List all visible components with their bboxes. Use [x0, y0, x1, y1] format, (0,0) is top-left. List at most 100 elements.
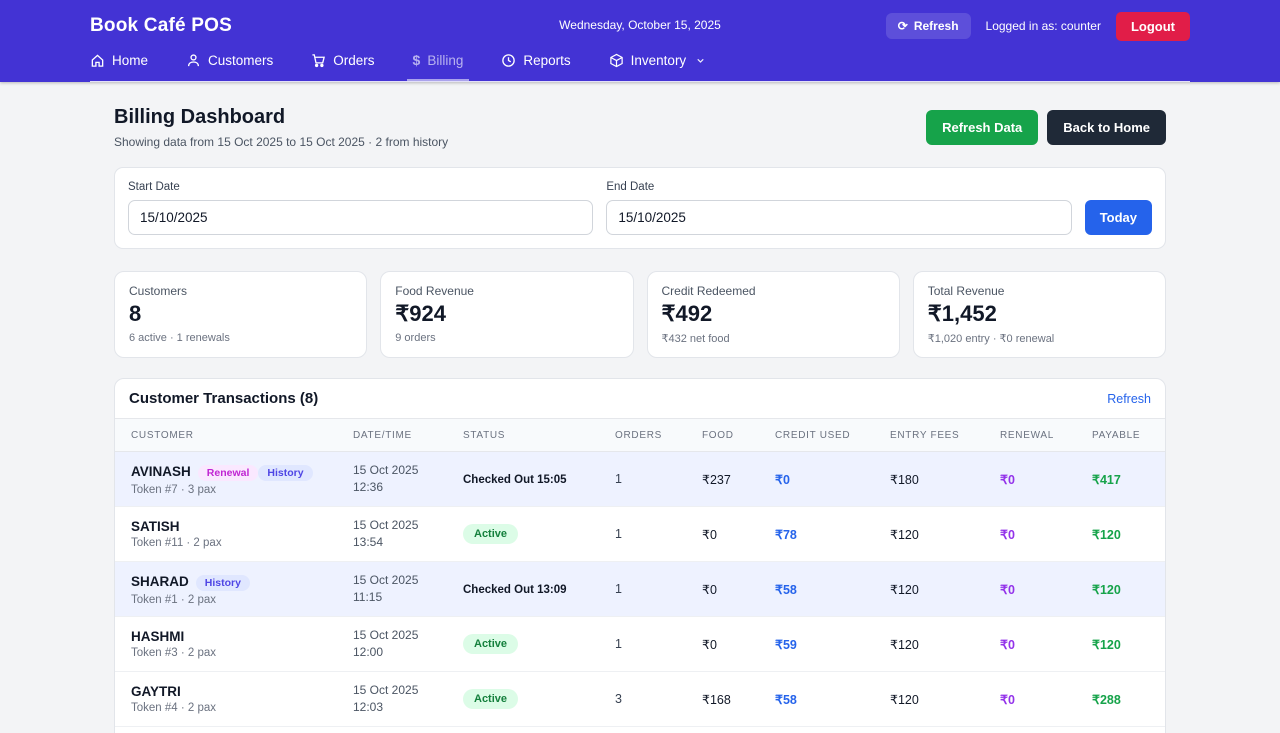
row-date: 15 Oct 2025	[353, 462, 463, 479]
stat-sub: ₹1,020 entry · ₹0 renewal	[928, 332, 1151, 345]
credit-used-cell: ₹58	[775, 582, 890, 597]
logged-in-text: Logged in as: counter	[986, 19, 1101, 33]
history-badge[interactable]: History	[258, 465, 312, 481]
orders-cell: 1	[615, 637, 702, 651]
col-entry-fees: Entry Fees	[890, 430, 1000, 441]
refresh-data-button[interactable]: Refresh Data	[926, 110, 1038, 145]
datetime-cell: 15 Oct 2025 13:54	[353, 517, 463, 552]
nav-item-inventory[interactable]: Inventory	[609, 52, 707, 81]
row-time: 12:00	[353, 644, 463, 661]
stat-label: Customers	[129, 284, 352, 298]
cart-icon	[311, 53, 326, 68]
credit-used-cell: ₹58	[775, 692, 890, 707]
customer-token: Token #7 · 3 pax	[131, 484, 353, 496]
clock-icon	[501, 53, 516, 68]
today-button[interactable]: Today	[1085, 200, 1152, 235]
package-icon	[609, 53, 624, 68]
entry-fees-cell: ₹180	[890, 472, 1000, 487]
page-subtitle: Showing data from 15 Oct 2025 to 15 Oct …	[114, 135, 448, 149]
col-renewal: Renewal	[1000, 430, 1092, 441]
customer-name: SHARAD	[131, 574, 189, 589]
history-badge[interactable]: History	[196, 575, 250, 591]
person-icon	[186, 53, 201, 68]
table-title: Customer Transactions (8)	[129, 390, 318, 407]
status-badge: Active	[463, 689, 518, 709]
datetime-cell: 15 Oct 2025 11:15	[353, 572, 463, 607]
nav-label: Customers	[208, 53, 273, 68]
col-datetime: Date/Time	[353, 430, 463, 441]
table-row[interactable]: SATISH Token #11 · 2 pax 15 Oct 2025 13:…	[115, 507, 1165, 562]
orders-cell: 1	[615, 472, 702, 486]
food-cell: ₹237	[702, 472, 775, 487]
nav-item-home[interactable]: Home	[90, 52, 148, 81]
credit-used-cell: ₹0	[775, 472, 890, 487]
customer-badges: History	[196, 573, 250, 591]
header-refresh-button[interactable]: ⟳ Refresh	[886, 13, 971, 39]
customer-token: Token #3 · 2 pax	[131, 647, 353, 659]
renewal-cell: ₹0	[1000, 527, 1092, 542]
customer-cell: GAYTRI Token #4 · 2 pax	[131, 684, 353, 714]
food-cell: ₹0	[702, 637, 775, 652]
entry-fees-cell: ₹120	[890, 527, 1000, 542]
nav-item-reports[interactable]: Reports	[501, 52, 570, 81]
nav-item-billing[interactable]: $ Billing	[413, 52, 464, 81]
nav-item-orders[interactable]: Orders	[311, 52, 374, 81]
stat-label: Credit Redeemed	[662, 284, 885, 298]
chevron-down-icon	[695, 55, 706, 66]
col-payable: Payable	[1092, 430, 1149, 441]
entry-fees-cell: ₹120	[890, 582, 1000, 597]
status-cell: Active	[463, 524, 615, 544]
logout-button[interactable]: Logout	[1116, 12, 1190, 41]
nav-item-customers[interactable]: Customers	[186, 52, 273, 81]
nav-label: Inventory	[631, 53, 687, 68]
end-date-input[interactable]	[606, 200, 1071, 235]
table-row[interactable]: GAYTRI Token #4 · 2 pax 15 Oct 2025 12:0…	[115, 672, 1165, 727]
nav-label: Billing	[427, 53, 463, 68]
customer-badges: RenewalHistory	[198, 463, 313, 481]
table-row[interactable]: HASHMI Token #3 · 2 pax 15 Oct 2025 12:0…	[115, 617, 1165, 672]
customer-cell: AVINASH RenewalHistory Token #7 · 3 pax	[131, 463, 353, 496]
stats-row: Customers 8 6 active · 1 renewals Food R…	[114, 271, 1166, 358]
refresh-icon: ⟳	[898, 19, 908, 33]
table-header-row: Customer Date/Time Status Orders Food Cr…	[115, 418, 1165, 452]
stat-sub: ₹432 net food	[662, 332, 885, 345]
app-header: Book Café POS Wednesday, October 15, 202…	[0, 0, 1280, 82]
start-date-input[interactable]	[128, 200, 593, 235]
row-date: 15 Oct 2025	[353, 572, 463, 589]
col-food: Food	[702, 430, 775, 441]
back-to-home-button[interactable]: Back to Home	[1047, 110, 1166, 145]
stat-value: ₹492	[662, 301, 885, 327]
stat-value: ₹1,452	[928, 301, 1151, 327]
table-refresh-link[interactable]: Refresh	[1107, 392, 1151, 406]
end-date-label: End Date	[606, 181, 1071, 193]
payable-cell: ₹120	[1092, 637, 1149, 652]
row-date: 15 Oct 2025	[353, 682, 463, 699]
row-date: 15 Oct 2025	[353, 627, 463, 644]
table-row[interactable]: AVINASH RenewalHistory Token #7 · 3 pax …	[115, 452, 1165, 507]
customer-token: Token #1 · 2 pax	[131, 594, 353, 606]
nav-label: Reports	[523, 53, 570, 68]
datetime-cell: 15 Oct 2025 12:00	[353, 627, 463, 662]
row-time: 11:15	[353, 589, 463, 606]
orders-cell: 1	[615, 582, 702, 596]
status-badge: Active	[463, 634, 518, 654]
customer-cell: SHARAD History Token #1 · 2 pax	[131, 573, 353, 606]
table-row[interactable]: OMKAR KADAM 15 Oct 2025 Active 1 ₹27 ₹18…	[115, 727, 1165, 733]
stat-sub: 9 orders	[395, 332, 618, 344]
stat-card-total-revenue: Total Revenue ₹1,452 ₹1,020 entry · ₹0 r…	[913, 271, 1166, 358]
table-row[interactable]: SHARAD History Token #1 · 2 pax 15 Oct 2…	[115, 562, 1165, 617]
renewal-cell: ₹0	[1000, 637, 1092, 652]
food-cell: ₹168	[702, 692, 775, 707]
dollar-icon: $	[413, 52, 421, 68]
main-content: Billing Dashboard Showing data from 15 O…	[114, 82, 1166, 733]
status-cell: Active	[463, 634, 615, 654]
col-credit-used: Credit Used	[775, 430, 890, 441]
payable-cell: ₹417	[1092, 472, 1149, 487]
main-nav: Home Customers Orders $ Billing Reports …	[90, 52, 1190, 82]
entry-fees-cell: ₹120	[890, 637, 1000, 652]
stat-card-food-revenue: Food Revenue ₹924 9 orders	[380, 271, 633, 358]
orders-cell: 1	[615, 527, 702, 541]
page-title: Billing Dashboard	[114, 106, 448, 129]
transactions-table-card: Customer Transactions (8) Refresh Custom…	[114, 378, 1166, 733]
nav-label: Home	[112, 53, 148, 68]
